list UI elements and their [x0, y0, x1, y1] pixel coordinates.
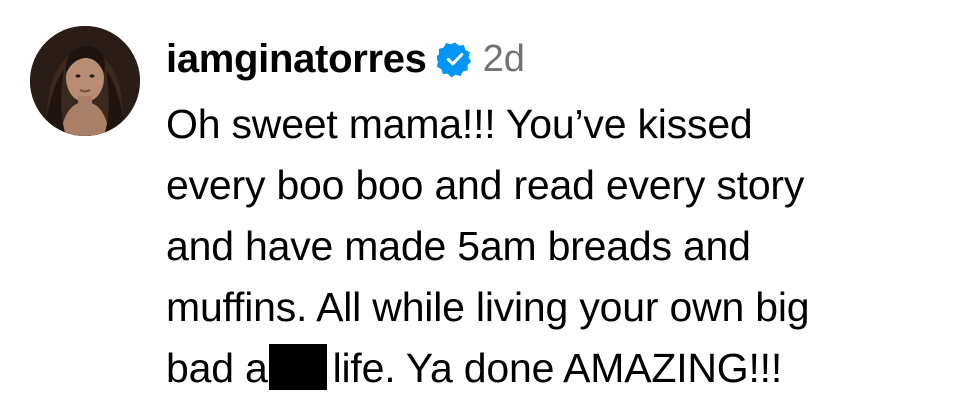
username[interactable]: iamginatorres: [166, 34, 427, 84]
comment-text: Oh sweet mama!!! You’ve kissed every boo…: [166, 94, 966, 399]
comment-line: muffins. All while living your own big: [166, 284, 810, 330]
comment-header: iamginatorres 2d: [166, 34, 525, 84]
comment-line: every boo boo and read every story: [166, 162, 805, 208]
comment: iamginatorres 2d Oh sweet mama!!! You’ve…: [0, 0, 980, 400]
comment-line: Oh sweet mama!!! You’ve kissed: [166, 101, 753, 147]
text-after-redaction: life. Ya done AMAZING!!!: [332, 345, 783, 391]
text-before-redaction: bad a: [166, 345, 268, 391]
redaction-box: [268, 344, 327, 390]
avatar-image: [30, 26, 140, 136]
comment-line: and have made 5am breads and: [166, 223, 751, 269]
comment-line-last: bad a life. Ya done AMAZING!!!: [166, 338, 966, 399]
verified-badge-icon: [436, 41, 473, 77]
timestamp[interactable]: 2d: [483, 34, 525, 84]
avatar[interactable]: [30, 26, 140, 136]
